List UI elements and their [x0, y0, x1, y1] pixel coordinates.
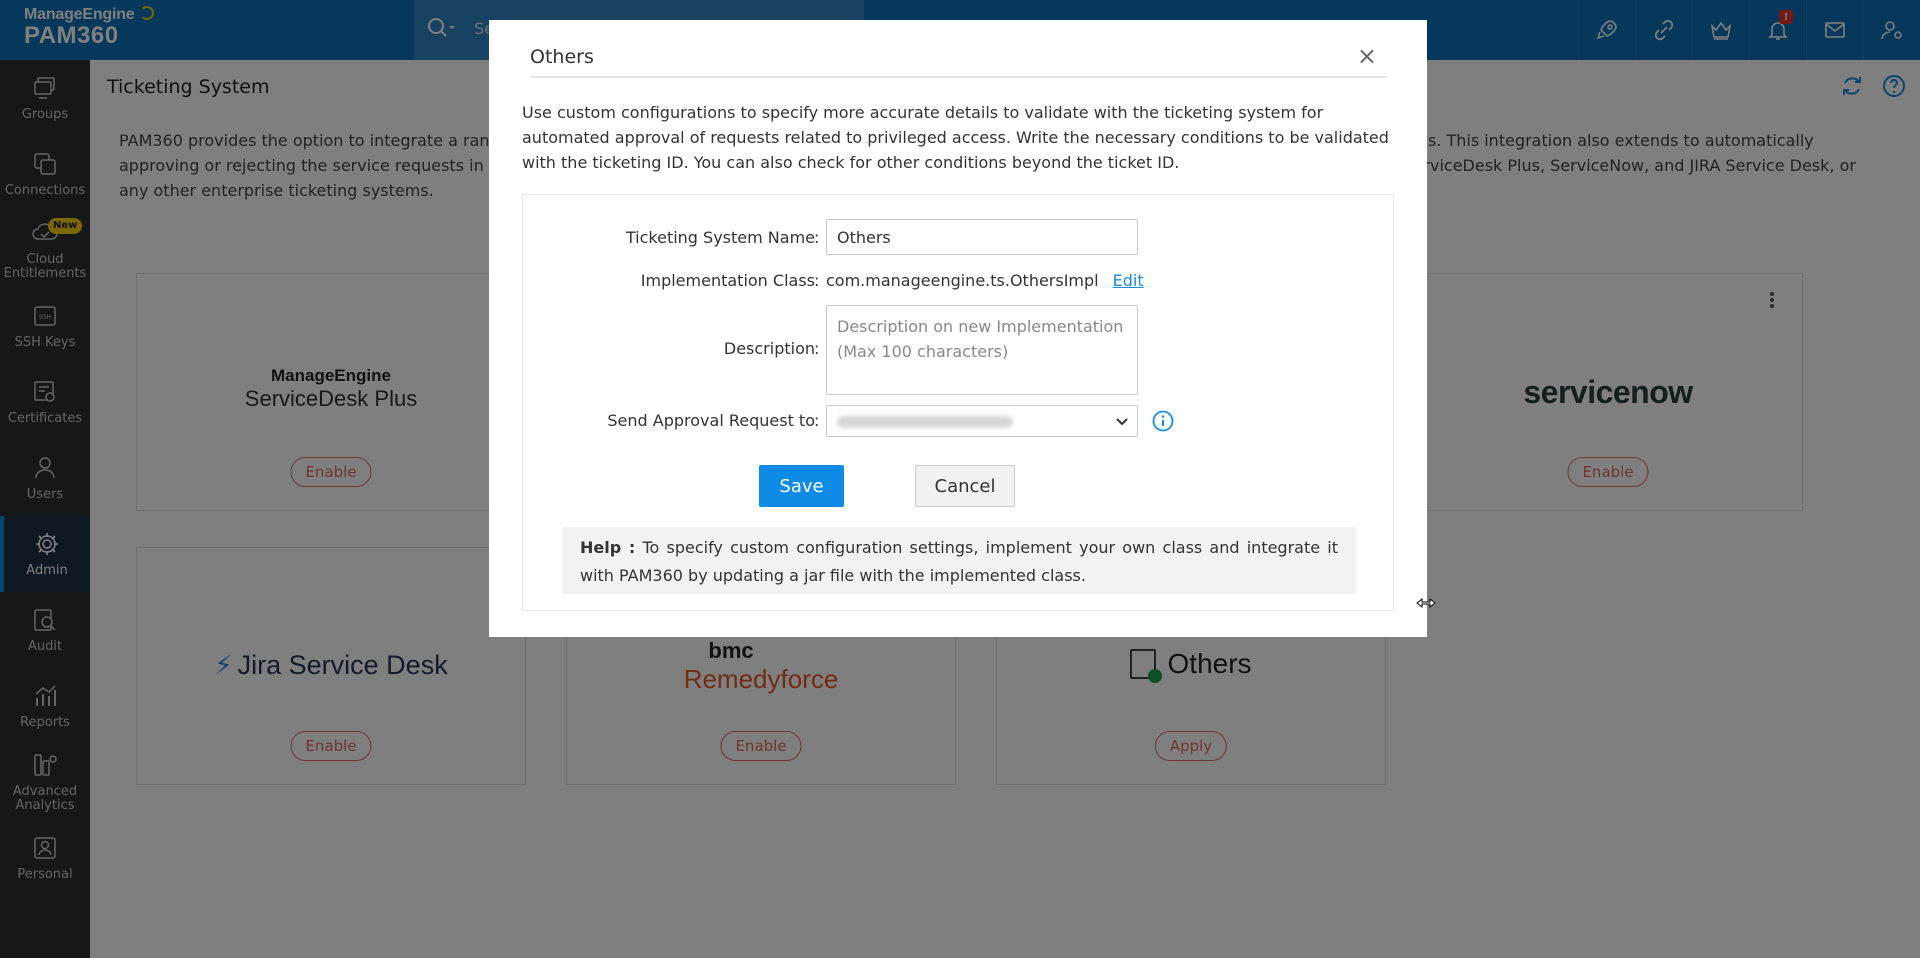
title-divider: [530, 76, 1387, 78]
config-form: Ticketing System Name : Implementation C…: [522, 194, 1394, 611]
dialog-description: Use custom configurations to specify mor…: [522, 103, 1389, 172]
field-label: Implementation Class: [640, 271, 815, 290]
description-textarea[interactable]: [826, 305, 1138, 395]
close-icon[interactable]: ×: [1357, 42, 1377, 70]
field-value: [826, 305, 1138, 399]
cancel-button[interactable]: Cancel: [915, 465, 1015, 507]
edit-link[interactable]: Edit: [1113, 271, 1144, 290]
field-value: [826, 219, 1138, 255]
info-icon[interactable]: [1151, 409, 1175, 433]
help-text: To specify custom configuration settings…: [580, 538, 1339, 585]
blurred-approver-value: [837, 416, 1013, 428]
field-colon: :: [814, 228, 820, 247]
help-box: Help : To specify custom configuration s…: [562, 527, 1356, 594]
ticketing-system-name-input[interactable]: [826, 219, 1138, 255]
resize-cursor-icon: [1416, 597, 1436, 609]
field-colon: :: [814, 339, 820, 358]
help-title: Help :: [580, 538, 636, 557]
field-label: Send Approval Request to: [607, 411, 815, 430]
dialog-title: Others: [530, 46, 594, 68]
others-config-dialog: Others × Use custom configurations to sp…: [489, 20, 1427, 637]
field-colon: :: [814, 271, 820, 290]
implementation-class-value: com.manageengine.ts.OthersImpl: [826, 271, 1099, 290]
field-value: com.manageengine.ts.OthersImpl Edit: [826, 271, 1144, 290]
approver-select[interactable]: [826, 405, 1138, 437]
field-label: Description: [723, 339, 815, 358]
field-colon: :: [814, 411, 820, 430]
save-button[interactable]: Save: [759, 465, 844, 507]
chevron-down-icon: [1116, 418, 1128, 426]
field-value: [826, 405, 1174, 437]
field-label: Ticketing System Name: [625, 228, 815, 247]
